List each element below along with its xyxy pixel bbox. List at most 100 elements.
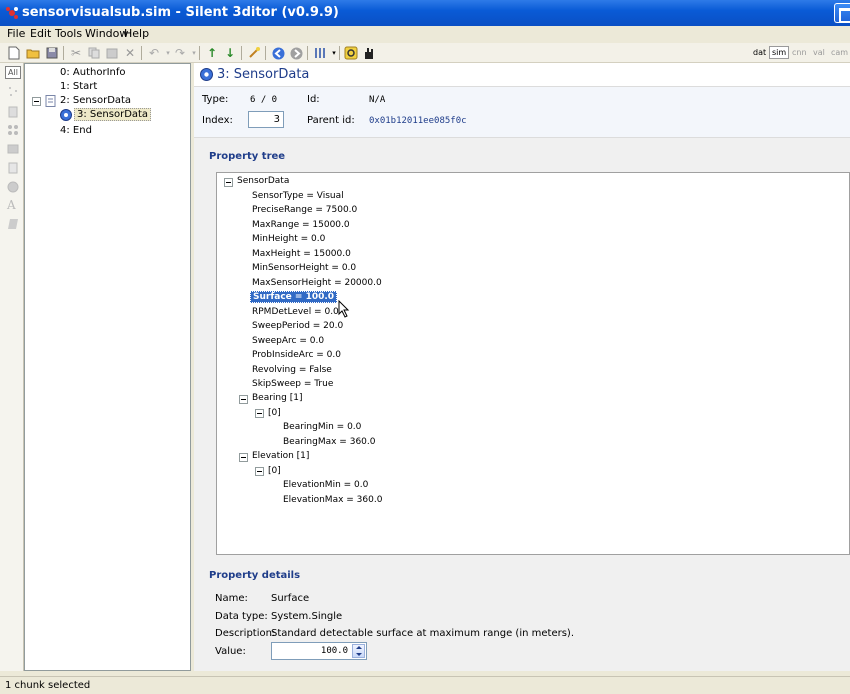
move-down-icon[interactable]: ↓ <box>222 45 238 61</box>
maximize-button[interactable] <box>834 3 850 23</box>
paste-icon[interactable] <box>104 45 120 61</box>
value-label: Value: <box>215 646 246 657</box>
tree-item-sensordata-parent[interactable]: 2: SensorData <box>60 95 131 106</box>
filter-page-icon[interactable] <box>7 106 19 118</box>
name-value: Surface <box>271 593 310 604</box>
chunk-title: 3: SensorData <box>217 67 310 82</box>
property-tree: SensorData SensorType = Visual PreciseRa… <box>216 172 850 555</box>
data-type-label: Data type: <box>215 611 268 622</box>
delete-icon[interactable]: ✕ <box>122 45 138 61</box>
property-item[interactable]: MinHeight = 0.0 <box>252 234 325 244</box>
mode-cnn[interactable]: cnn <box>792 48 807 57</box>
tree-item-sensordata-selected[interactable]: 3: SensorData <box>74 108 152 121</box>
property-item[interactable]: SkipSweep = True <box>252 379 333 389</box>
collapse-elevation-toggle[interactable] <box>239 453 248 462</box>
tree-item-authorinfo[interactable]: 0: AuthorInfo <box>60 67 126 78</box>
save-icon[interactable] <box>44 45 60 61</box>
chunk-header: 3: SensorData <box>194 63 850 87</box>
property-item[interactable]: ElevationMax = 360.0 <box>283 495 382 505</box>
property-item[interactable]: RPMDetLevel = 0.0 <box>252 307 339 317</box>
filter-shape-icon[interactable] <box>7 218 19 230</box>
property-group-elevation[interactable]: Elevation [1] <box>252 451 309 461</box>
property-item[interactable]: MaxSensorHeight = 20000.0 <box>252 278 382 288</box>
move-up-icon[interactable]: ↑ <box>204 45 220 61</box>
description-value: Standard detectable surface at maximum r… <box>271 628 574 639</box>
filter-dots-icon[interactable] <box>7 85 19 97</box>
index-label: Index: <box>202 115 233 126</box>
open-folder-icon[interactable] <box>25 45 41 61</box>
mode-dat[interactable]: dat <box>753 48 766 57</box>
description-label: Description: <box>215 628 276 639</box>
status-text: 1 chunk selected <box>5 680 91 691</box>
mode-cam[interactable]: cam <box>831 48 848 57</box>
property-item[interactable]: MinSensorHeight = 0.0 <box>252 263 356 273</box>
window-title: sensorvisualsub.sim - Silent 3ditor (v0.… <box>22 5 339 20</box>
filter-strip: All A <box>0 63 24 671</box>
status-bar: 1 chunk selected <box>0 676 850 694</box>
collapse-bearing-toggle[interactable] <box>239 395 248 404</box>
filter-group-icon[interactable] <box>7 124 19 136</box>
filter-image-icon[interactable] <box>7 143 19 155</box>
property-item[interactable]: BearingMin = 0.0 <box>283 422 361 432</box>
filter-doc-icon[interactable] <box>7 162 19 174</box>
menu-help[interactable]: Help <box>124 27 149 40</box>
forward-icon[interactable] <box>288 45 304 61</box>
hand-icon[interactable] <box>361 45 377 61</box>
value-input[interactable]: 100.0 <box>271 642 367 660</box>
back-icon[interactable] <box>270 45 286 61</box>
parent-id-link[interactable]: 0x01b12011ee085f0c <box>369 116 467 126</box>
filter-all-button[interactable]: All <box>5 66 21 79</box>
property-tree-title: Property tree <box>209 151 286 162</box>
mouse-cursor-icon <box>338 300 350 318</box>
tree-item-start[interactable]: 1: Start <box>60 81 97 92</box>
sensor-icon <box>200 68 213 81</box>
property-group-bearing-0[interactable]: [0] <box>268 408 281 418</box>
property-item[interactable]: SweepPeriod = 20.0 <box>252 321 343 331</box>
refresh-icon[interactable] <box>343 45 359 61</box>
filter-text-icon[interactable]: A <box>7 199 19 211</box>
property-item[interactable]: PreciseRange = 7500.0 <box>252 205 357 215</box>
property-group-elevation-0[interactable]: [0] <box>268 466 281 476</box>
property-item[interactable]: ProbInsideArc = 0.0 <box>252 350 341 360</box>
property-item[interactable]: ElevationMin = 0.0 <box>283 480 368 490</box>
collapse-bearing-0-toggle[interactable] <box>255 409 264 418</box>
parent-id-label: Parent id: <box>307 115 355 126</box>
type-value: 6 / 0 <box>250 95 278 105</box>
tree-collapse-toggle[interactable] <box>32 97 41 106</box>
property-item[interactable]: MaxRange = 15000.0 <box>252 220 350 230</box>
sensor-icon <box>60 109 72 121</box>
menu-file[interactable]: File <box>7 27 25 40</box>
tree-item-end[interactable]: 4: End <box>60 125 92 136</box>
chunk-tree: 0: AuthorInfo 1: Start 2: SensorData 3: … <box>24 63 191 671</box>
property-root[interactable]: SensorData <box>237 176 289 186</box>
mode-sim[interactable]: sim <box>769 46 790 59</box>
menu-tools[interactable]: Tools <box>55 27 82 40</box>
value-spinner[interactable] <box>352 644 365 658</box>
mode-val[interactable]: val <box>813 48 825 57</box>
collapse-elevation-0-toggle[interactable] <box>255 467 264 476</box>
property-item[interactable]: BearingMax = 360.0 <box>283 437 375 447</box>
new-file-icon[interactable] <box>6 45 22 61</box>
filter-sensor-icon[interactable] <box>7 181 19 193</box>
property-item[interactable]: SensorType = Visual <box>252 191 344 201</box>
property-item-selected[interactable]: Surface = 100.0 <box>250 291 338 303</box>
menu-edit[interactable]: Edit <box>30 27 51 40</box>
id-value: N/A <box>369 95 386 105</box>
property-details-title: Property details <box>209 570 301 581</box>
property-item[interactable]: MaxHeight = 15000.0 <box>252 249 351 259</box>
menu-window[interactable]: Window <box>85 27 128 40</box>
wand-icon[interactable] <box>246 45 262 61</box>
copy-icon[interactable] <box>86 45 102 61</box>
index-input[interactable]: 3 <box>248 111 284 128</box>
value-text: 100.0 <box>320 646 348 656</box>
toolbar: ✂ ✕ ↶ ▾ ↷ ▾ ↑ ↓ ▾ dat sim cnn val cam <box>0 43 850 63</box>
property-item[interactable]: SweepArc = 0.0 <box>252 336 324 346</box>
collapse-sensordata-toggle[interactable] <box>224 178 233 187</box>
data-type-value: System.Single <box>271 611 343 622</box>
menu-bar: File Edit Tools Window Help <box>0 26 850 43</box>
cut-icon[interactable]: ✂ <box>68 45 84 61</box>
name-label: Name: <box>215 593 248 604</box>
property-item[interactable]: Revolving = False <box>252 365 332 375</box>
property-details: Property details Name: Surface Data type… <box>194 563 850 671</box>
property-group-bearing[interactable]: Bearing [1] <box>252 393 302 403</box>
